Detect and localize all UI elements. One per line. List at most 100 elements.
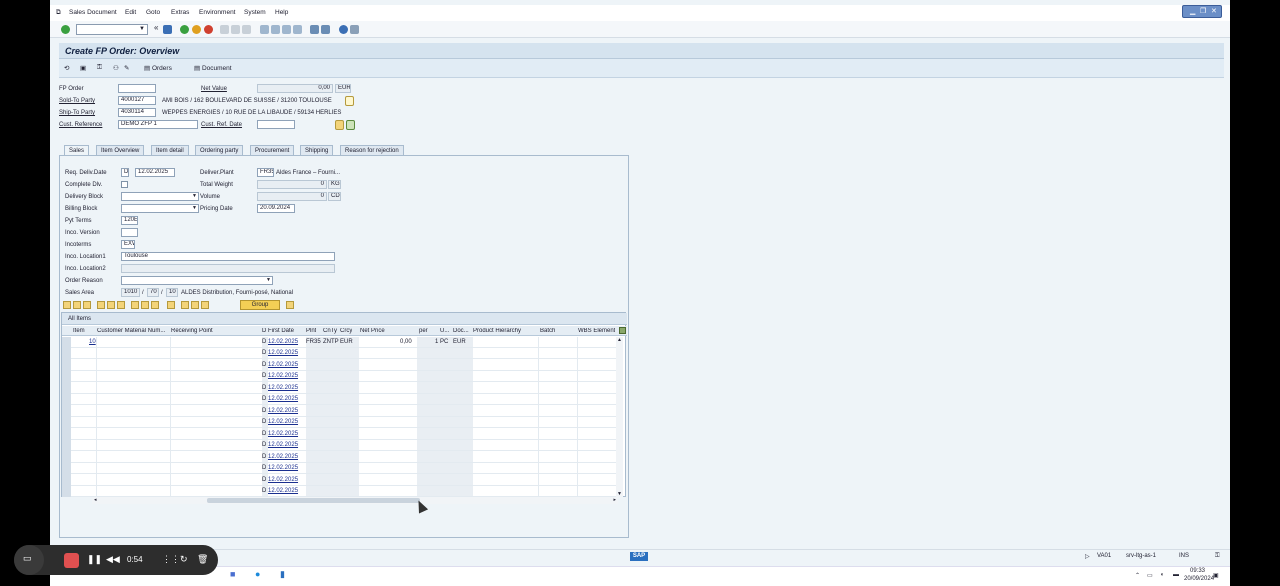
- sort-icon[interactable]: [131, 301, 139, 309]
- save-icon[interactable]: [163, 25, 172, 34]
- first-date-cell[interactable]: 12.02.2025: [268, 339, 298, 345]
- column-product-hierarchy[interactable]: Product Hierarchy: [473, 328, 521, 334]
- table-row[interactable]: D 12.02.2025: [71, 394, 617, 405]
- ship-to-input[interactable]: 4030114: [118, 108, 156, 117]
- notifications-icon[interactable]: ▣: [1213, 572, 1219, 579]
- close-icon[interactable]: ✕: [1211, 7, 1217, 15]
- order-reason-select[interactable]: ▼: [121, 276, 273, 285]
- table-row[interactable]: D 12.02.2025: [71, 463, 617, 474]
- display-change-icon[interactable]: ⟲: [64, 64, 69, 72]
- billing-block-select[interactable]: ▼: [121, 204, 199, 213]
- inco-version-input[interactable]: [121, 228, 138, 237]
- column-item[interactable]: Item: [73, 328, 85, 334]
- horizontal-scroll-thumb[interactable]: [207, 498, 420, 503]
- help-icon[interactable]: [117, 301, 125, 309]
- conditions-icon[interactable]: [191, 301, 199, 309]
- find-icon[interactable]: [231, 25, 240, 34]
- battery-icon[interactable]: ▬: [1173, 572, 1179, 578]
- deselect-all-icon[interactable]: [83, 301, 91, 309]
- chevron-down-icon[interactable]: ▼: [139, 26, 145, 32]
- first-date-cell[interactable]: 12.02.2025: [268, 454, 298, 460]
- lock-icon[interactable]: ⚿: [97, 64, 102, 72]
- fp-order-input[interactable]: [118, 84, 156, 93]
- column-first-date[interactable]: First Date: [268, 328, 294, 334]
- settings-icon[interactable]: [286, 301, 294, 309]
- table-row[interactable]: D 12.02.2025: [71, 360, 617, 371]
- req-deliv-date-type[interactable]: D: [121, 168, 129, 177]
- column-d[interactable]: D: [262, 328, 266, 334]
- deliver-plant-input[interactable]: FR35: [257, 168, 274, 177]
- pricing-date-input[interactable]: 20.09.2024: [257, 204, 295, 213]
- menu-environment[interactable]: Environment: [199, 9, 236, 16]
- trash-icon[interactable]: 🗑: [197, 554, 208, 565]
- table-row[interactable]: D 12.02.2025: [71, 440, 617, 451]
- scroll-left-icon[interactable]: ◂: [94, 497, 97, 503]
- horizontal-scrollbar[interactable]: ◂ ▸: [92, 497, 618, 504]
- first-date-cell[interactable]: 12.02.2025: [268, 362, 298, 368]
- restart-icon[interactable]: ↻: [180, 554, 188, 565]
- table-row[interactable]: D 12.02.2025: [71, 406, 617, 417]
- column-receiving-point[interactable]: Receiving Point: [171, 328, 213, 334]
- first-date-cell[interactable]: 12.02.2025: [268, 465, 298, 471]
- menu-sales-document[interactable]: Sales Document: [69, 9, 117, 16]
- table-row[interactable]: D 12.02.2025: [71, 417, 617, 428]
- system-tray-chevron-icon[interactable]: ⌃: [1135, 572, 1140, 579]
- column-net-price[interactable]: Net Price: [360, 328, 385, 334]
- table-row[interactable]: D 12.02.2025: [71, 475, 617, 486]
- first-date-cell[interactable]: 12.02.2025: [268, 431, 298, 437]
- first-date-cell[interactable]: 12.02.2025: [268, 373, 298, 379]
- next-page-icon[interactable]: [282, 25, 291, 34]
- column-wbs-element[interactable]: WBS Element: [578, 328, 615, 334]
- table-row[interactable]: 10 D 12.02.2025 FR35 ZNTP EUR 0,00 1 PC …: [71, 337, 617, 348]
- first-date-cell[interactable]: 12.02.2025: [268, 442, 298, 448]
- complete-dlv-checkbox[interactable]: [121, 181, 128, 188]
- column-settings-icon[interactable]: [619, 327, 626, 334]
- partner-icon[interactable]: ⚇: [113, 64, 119, 72]
- edit-icon[interactable]: [335, 120, 344, 130]
- restore-icon[interactable]: ❐: [1200, 7, 1206, 15]
- orders-button[interactable]: ▤ Orders: [144, 64, 172, 72]
- clock-date[interactable]: 20/09/2024: [1184, 576, 1214, 582]
- help-icon[interactable]: [339, 25, 348, 34]
- grid-icon[interactable]: ⋮⋮: [162, 554, 180, 565]
- table-row[interactable]: D 12.02.2025: [71, 452, 617, 463]
- menu-help[interactable]: Help: [275, 9, 288, 16]
- command-field[interactable]: ▼: [76, 24, 148, 35]
- first-date-cell[interactable]: 12.02.2025: [268, 408, 298, 414]
- column-currency[interactable]: Crcy: [340, 328, 352, 334]
- table-row[interactable]: D 12.02.2025: [71, 486, 617, 497]
- cust-reference-input[interactable]: DEMO ZFP 1: [118, 120, 198, 129]
- column-batch[interactable]: Batch: [540, 328, 555, 334]
- table-row[interactable]: D 12.02.2025: [71, 348, 617, 359]
- table-row[interactable]: D 12.02.2025: [71, 383, 617, 394]
- minimize-icon[interactable]: ▁: [1190, 7, 1195, 15]
- shortcut-icon[interactable]: [321, 25, 330, 34]
- sold-to-input[interactable]: 4000127: [118, 96, 156, 105]
- copy-icon[interactable]: [167, 301, 175, 309]
- previous-page-icon[interactable]: [271, 25, 280, 34]
- scroll-right-icon[interactable]: ▸: [613, 497, 616, 503]
- enter-icon[interactable]: [61, 25, 70, 34]
- column-customer-material[interactable]: Customer Material Num...: [97, 328, 167, 334]
- sap-logon-icon[interactable]: ▮: [280, 569, 285, 580]
- document-button[interactable]: ▤ Document: [194, 64, 232, 72]
- scroll-up-icon[interactable]: ▲: [617, 337, 622, 343]
- column-per[interactable]: per: [419, 328, 428, 334]
- menu-extras[interactable]: Extras: [171, 9, 189, 16]
- group-button[interactable]: Group: [240, 300, 280, 310]
- configuration-icon[interactable]: [151, 301, 159, 309]
- first-date-cell[interactable]: 12.02.2025: [268, 419, 298, 425]
- pyt-terms-input[interactable]: 120E: [121, 216, 138, 225]
- table-row[interactable]: D 12.02.2025: [71, 429, 617, 440]
- inco-location1-input[interactable]: Toulouse: [121, 252, 335, 261]
- pricing-icon[interactable]: ✎: [124, 64, 129, 72]
- first-date-cell[interactable]: 12.02.2025: [268, 488, 298, 494]
- column-condition-type[interactable]: CnTy: [323, 328, 337, 334]
- first-date-cell[interactable]: 12.02.2025: [268, 350, 298, 356]
- item-number-cell[interactable]: 10: [89, 339, 96, 345]
- teams-icon[interactable]: ■: [230, 569, 235, 579]
- find-next-icon[interactable]: [242, 25, 251, 34]
- incoterms-input[interactable]: EXW: [121, 240, 135, 249]
- back-icon[interactable]: [180, 25, 189, 34]
- table-row[interactable]: D 12.02.2025: [71, 371, 617, 382]
